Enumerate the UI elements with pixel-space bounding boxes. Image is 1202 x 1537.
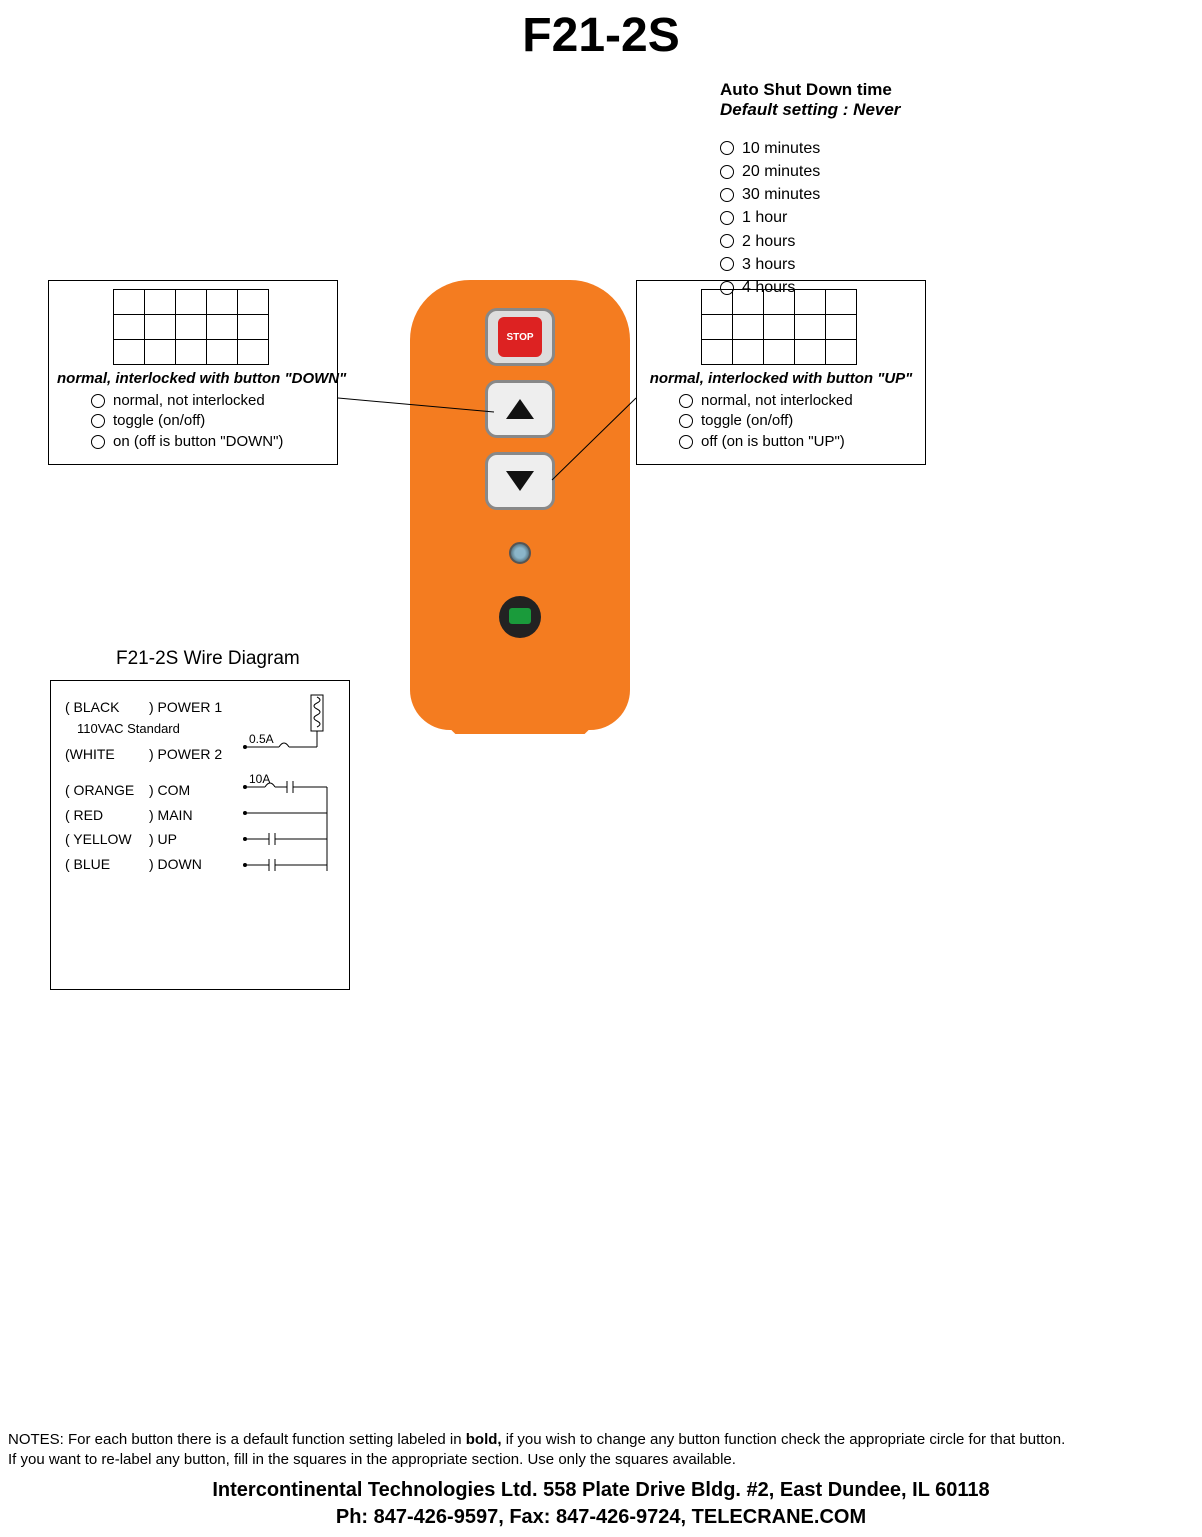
wire-color: ( BLUE [65,852,143,877]
wire-color: ( YELLOW [65,827,143,852]
wire-label: ) MAIN [149,803,193,828]
notes-rest: if you wish to change any button functio… [502,1431,1066,1448]
up-opt-radio[interactable] [679,414,693,428]
asd-radio[interactable] [720,257,734,271]
asd-radio[interactable] [720,211,734,225]
notes-line2: If you want to re-label any button, fill… [8,1451,736,1468]
key-switch-icon [499,596,541,638]
asd-option: 2 hours [742,230,795,253]
label-grid[interactable] [113,289,273,364]
up-opt-label: toggle (on/off) [701,411,793,431]
asd-subheading: Default setting : Never [720,100,900,119]
down-opt-label: toggle (on/off) [113,411,205,431]
asd-radio[interactable] [720,165,734,179]
down-block-heading: normal, interlocked with button "DOWN" [57,370,329,387]
stop-label: STOP [498,317,542,357]
down-button-options: normal, interlocked with button "DOWN" n… [48,280,338,465]
page-title: F21-2S [0,0,1202,63]
wire-diagram: ( BLACK) POWER 1 110VAC Standard (WHITE)… [50,680,350,990]
remote-illustration: STOP [410,280,630,730]
remote-up-button [485,380,555,438]
wire-label: ) COM [149,778,190,803]
up-opt-radio[interactable] [679,394,693,408]
screw-icon [509,542,531,564]
asd-option: 3 hours [742,253,795,276]
wire-color: ( ORANGE [65,778,143,803]
asd-option: 1 hour [742,206,787,229]
wire-schematic-icon: 0.5A 10A [229,691,339,891]
down-opt-label: normal, not interlocked [113,391,265,411]
notes-bold: bold, [466,1431,502,1448]
wire-color: (WHITE [65,742,143,767]
wire-label: ) POWER 1 [149,695,222,720]
fuse1-label: 0.5A [249,732,274,746]
asd-radio[interactable] [720,141,734,155]
asd-radio[interactable] [720,234,734,248]
auto-shutdown-block: Auto Shut Down time Default setting : Ne… [720,80,1020,299]
asd-option: 10 minutes [742,137,820,160]
down-opt-label: on (off is button "DOWN") [113,432,283,452]
wire-label: ) POWER 2 [149,742,222,767]
up-opt-label: off (on is button "UP") [701,432,845,452]
wire-label: ) UP [149,827,177,852]
wire-label: ) DOWN [149,852,202,877]
up-button-options: normal, interlocked with button "UP" nor… [636,280,926,465]
wire-diagram-title: F21-2S Wire Diagram [116,648,300,670]
arrow-down-icon [506,471,534,491]
wire-color: ( RED [65,803,143,828]
asd-heading: Auto Shut Down time [720,80,892,99]
footer-contact: Ph: 847-426-9597, Fax: 847-426-9724, TEL… [8,1504,1194,1531]
label-grid[interactable] [701,289,861,364]
up-opt-label: normal, not interlocked [701,391,853,411]
asd-option: 30 minutes [742,183,820,206]
remote-down-button [485,452,555,510]
up-block-heading: normal, interlocked with button "UP" [645,370,917,387]
down-opt-radio[interactable] [91,414,105,428]
down-opt-radio[interactable] [91,394,105,408]
arrow-up-icon [506,399,534,419]
down-opt-radio[interactable] [91,435,105,449]
notes-prefix: NOTES: For each button there is a defaul… [8,1431,466,1448]
remote-stop-button: STOP [485,308,555,366]
footer-address: Intercontinental Technologies Ltd. 558 P… [8,1477,1194,1504]
up-opt-radio[interactable] [679,435,693,449]
notes-block: NOTES: For each button there is a defaul… [0,1430,1202,1531]
wire-color: ( BLACK [65,695,143,720]
asd-radio[interactable] [720,188,734,202]
asd-option: 20 minutes [742,160,820,183]
